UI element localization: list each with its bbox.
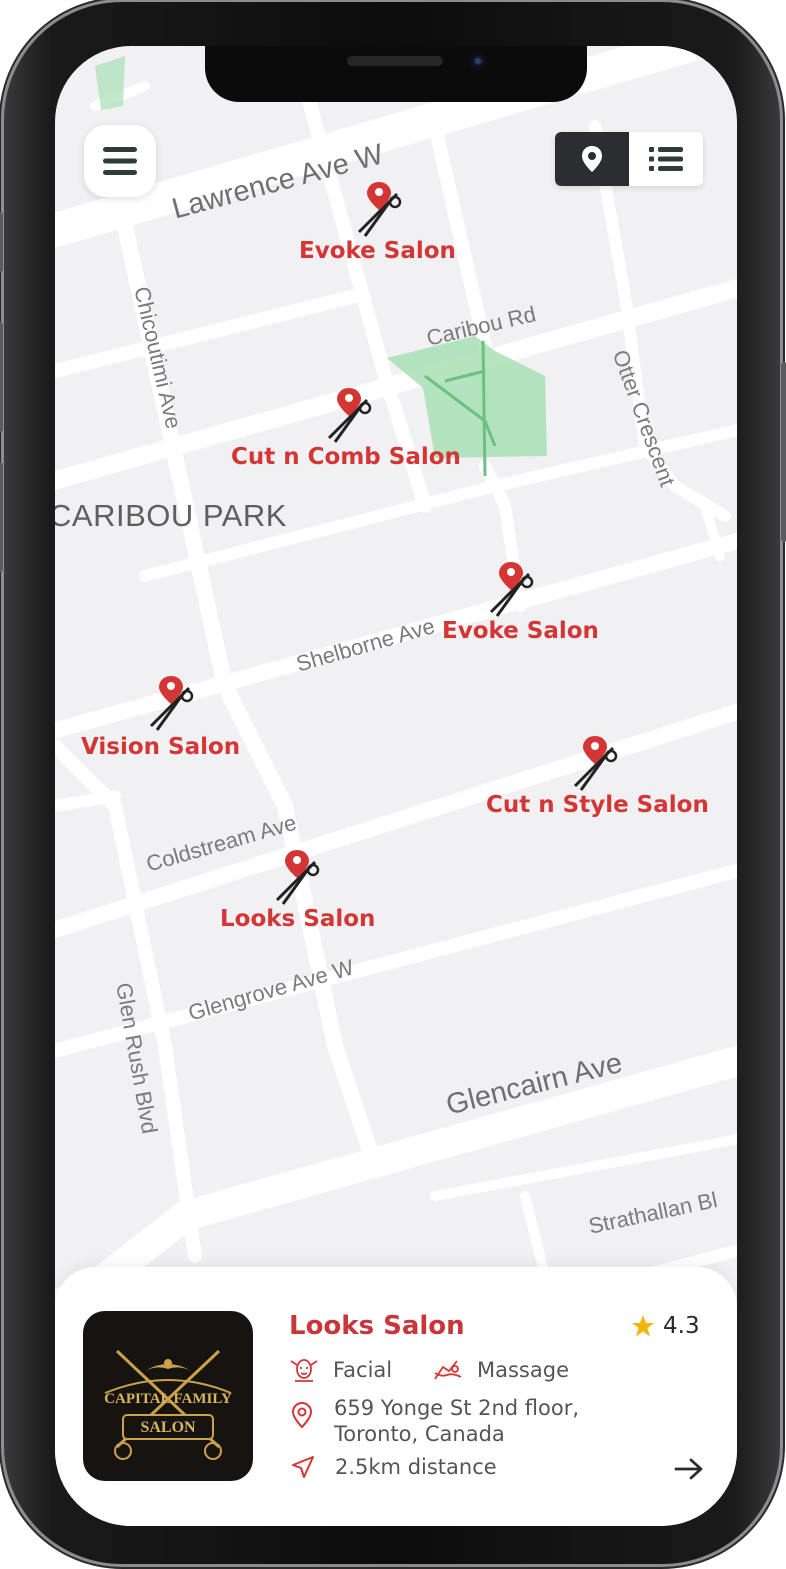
salon-logo: CAPITAL FAMILY SALON (83, 1311, 253, 1481)
salon-marker-label[interactable]: Vision Salon (81, 734, 240, 760)
service-label: Facial (333, 1358, 393, 1382)
facial-icon (290, 1359, 318, 1382)
salon-pin-icon[interactable] (351, 180, 411, 240)
star-icon (632, 1315, 654, 1337)
logo-line2: SALON (140, 1419, 196, 1436)
salon-pin-icon[interactable] (269, 848, 329, 908)
speaker (347, 56, 443, 66)
salon-pin-icon[interactable] (143, 674, 203, 734)
service-massage: Massage (433, 1357, 569, 1383)
list-view-button[interactable] (629, 132, 703, 186)
address-row (291, 1401, 313, 1429)
service-label: Massage (477, 1358, 569, 1382)
salon-logo-art: CAPITAL FAMILY SALON (104, 1349, 232, 1460)
list-icon (649, 147, 683, 171)
salon-marker-label[interactable]: Cut n Comb Salon (231, 444, 461, 470)
open-details-button[interactable] (671, 1451, 707, 1487)
salon-pin-icon[interactable] (321, 386, 381, 446)
rating: 4.3 (631, 1313, 700, 1339)
mute-switch (0, 212, 3, 272)
salon-marker-label[interactable]: Cut n Style Salon (486, 792, 709, 818)
area-label: CARIBOU PARK (55, 498, 287, 533)
notch (205, 46, 587, 102)
salon-marker-label[interactable]: Looks Salon (220, 906, 375, 932)
salon-name[interactable]: Looks Salon (289, 1311, 465, 1341)
salon-detail-card[interactable]: CAPITAL FAMILY SALON Looks Salon 4.3 Fac… (55, 1267, 737, 1526)
salon-address: 659 Yonge St 2nd floor, Toronto, Canada (334, 1396, 580, 1446)
volume-down-button (0, 462, 3, 572)
menu-button[interactable] (84, 125, 156, 197)
arrow-right-icon (674, 1458, 703, 1480)
map-pin-icon (582, 146, 602, 172)
map-view-button[interactable] (555, 132, 629, 186)
salon-marker-label[interactable]: Evoke Salon (299, 238, 456, 264)
navigation-arrow-icon (292, 1456, 314, 1478)
phone-frame: Lawrence Ave W Caribou Rd Chicoutimi Ave… (0, 2, 786, 1564)
massage-icon (434, 1360, 462, 1380)
salon-pin-icon[interactable] (483, 560, 543, 620)
power-button (781, 362, 786, 542)
service-facial: Facial (289, 1357, 392, 1383)
location-pin-icon (291, 1401, 313, 1429)
logo-line1: CAPITAL FAMILY (104, 1391, 232, 1407)
hamburger-menu-icon (103, 147, 137, 175)
app-screen: Lawrence Ave W Caribou Rd Chicoutimi Ave… (55, 46, 737, 1526)
salon-marker-label[interactable]: Evoke Salon (442, 618, 599, 644)
volume-up-button (0, 322, 3, 432)
salon-distance: 2.5km distance (335, 1455, 497, 1479)
distance-row: 2.5km distance (291, 1455, 497, 1479)
rating-value: 4.3 (663, 1313, 700, 1339)
salon-pin-icon[interactable] (567, 734, 627, 794)
front-camera (469, 52, 487, 70)
view-toggle (555, 132, 703, 186)
